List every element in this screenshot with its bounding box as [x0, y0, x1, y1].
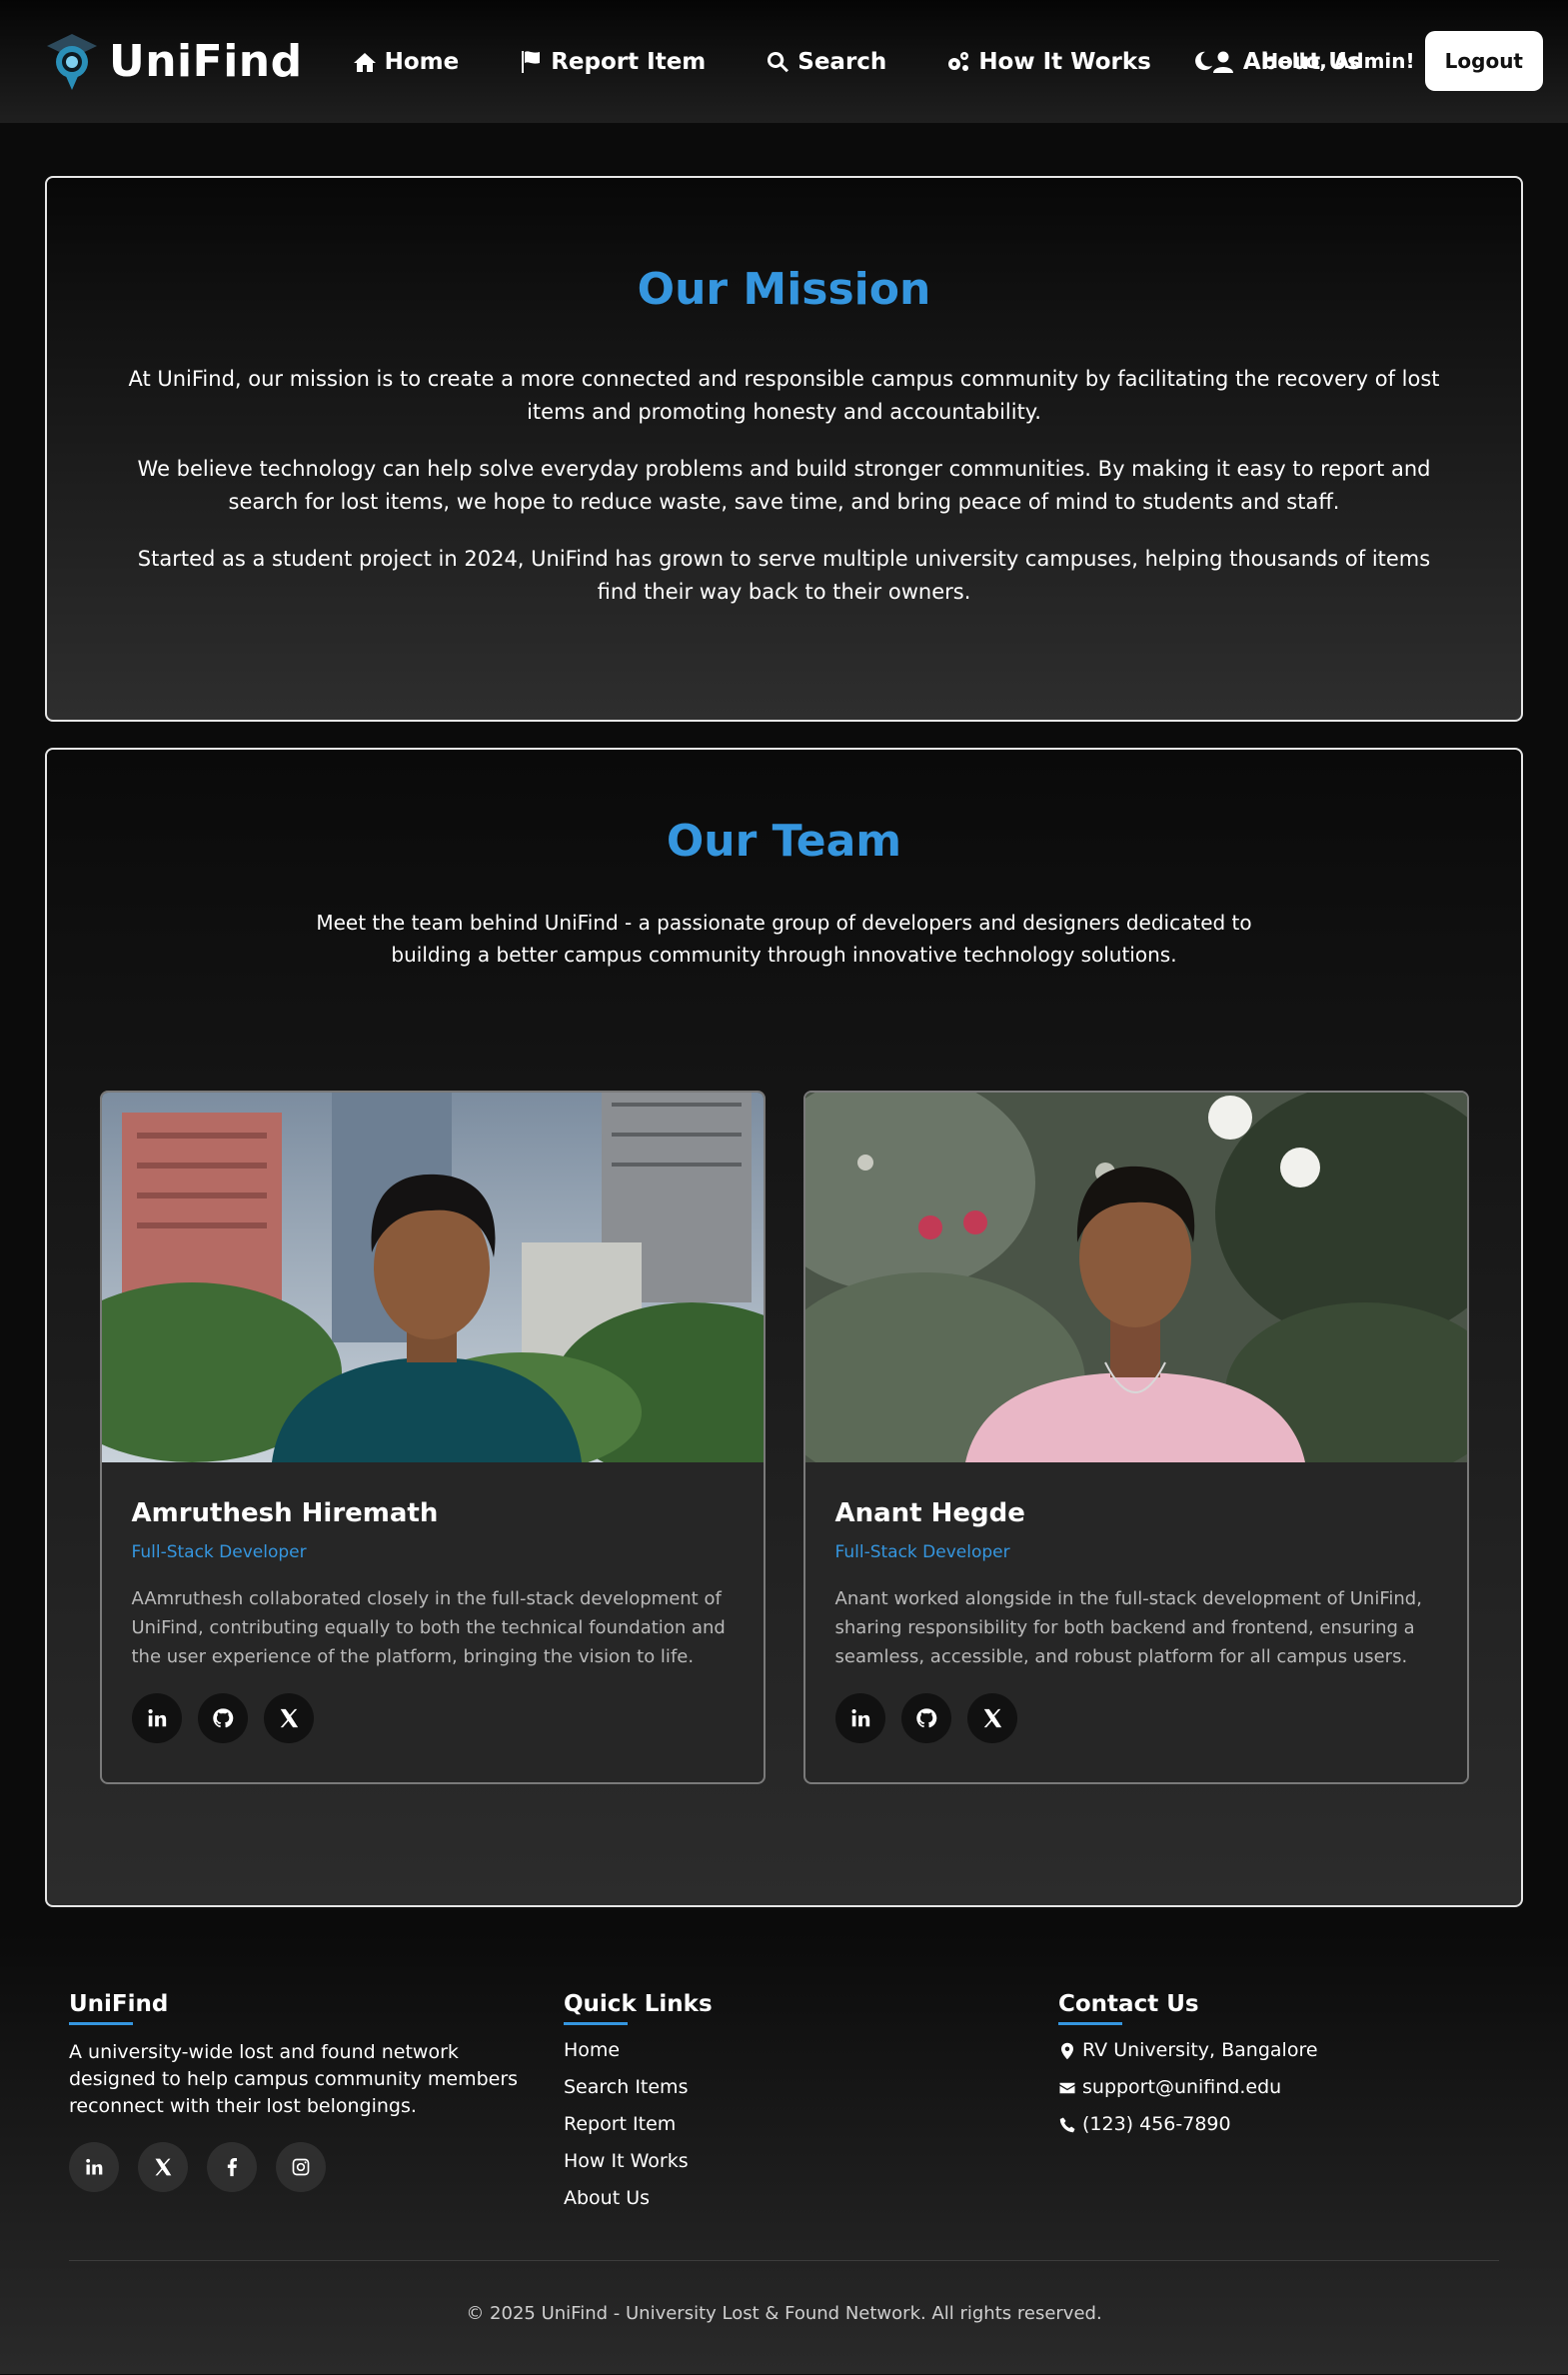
nav-right: Hello, Admin! Logout: [1183, 31, 1543, 91]
search-icon: [768, 51, 789, 72]
footer-columns: UniFind A university-wide lost and found…: [69, 1991, 1499, 2224]
footer-links-title: Quick Links: [564, 1991, 713, 2025]
linkedin-button[interactable]: [131, 1693, 182, 1743]
footer-description: A university-wide lost and found network…: [69, 2041, 519, 2117]
nav-link-home[interactable]: Home: [353, 48, 460, 75]
member-bio: Anant worked alongside in the full-stack…: [834, 1588, 1422, 1667]
map-pin-icon: [1061, 2042, 1073, 2059]
user-greeting: Hello, Admin!: [1261, 49, 1415, 73]
theme-toggle[interactable]: [1183, 41, 1223, 81]
brand-name: UniFind: [109, 36, 303, 87]
facebook-icon: [227, 2158, 237, 2177]
footer-quick-links: Quick Links Home Search Items Report Ite…: [564, 1991, 1058, 2224]
contact-phone: (123) 456-7890: [1058, 2113, 1318, 2136]
mission-section: Our Mission At UniFind, our mission is t…: [45, 176, 1523, 722]
x-button[interactable]: [966, 1693, 1017, 1743]
linkedin-icon: [147, 1709, 166, 1727]
team-member-card: Anant Hegde Full-Stack Developer Anant w…: [802, 1091, 1469, 1784]
footer-link-search-items[interactable]: Search Items: [564, 2076, 1058, 2099]
footer-links-list: Home Search Items Report Item How It Wor…: [564, 2039, 1058, 2210]
mission-paragraph: We believe technology can help solve eve…: [137, 457, 1431, 514]
footer-link-about-us[interactable]: About Us: [564, 2187, 1058, 2210]
linkedin-button[interactable]: [834, 1693, 885, 1743]
member-role: Full-Stack Developer: [834, 1542, 1010, 1562]
footer-about-title: UniFind: [69, 1991, 168, 2025]
member-role: Full-Stack Developer: [131, 1542, 307, 1562]
gears-icon: [948, 51, 969, 71]
nav-link-label: Report Item: [551, 48, 707, 75]
nav-link-search[interactable]: Search: [766, 49, 886, 75]
team-intro: Meet the team behind UniFind - a passion…: [316, 911, 1252, 967]
footer-contact: Contact Us RV University, Bangalore supp…: [1058, 1991, 1318, 2224]
footer-link-report-item[interactable]: Report Item: [564, 2113, 1058, 2136]
moon-icon: [1195, 51, 1213, 71]
github-button[interactable]: [197, 1693, 248, 1743]
team-section: Our Team Meet the team behind UniFind - …: [45, 748, 1523, 1907]
footer-instagram-button[interactable]: [276, 2142, 326, 2192]
member-name: Amruthesh Hiremath: [131, 1498, 439, 1528]
instagram-icon: [292, 2158, 310, 2176]
logout-button[interactable]: Logout: [1424, 31, 1543, 91]
footer: UniFind A university-wide lost and found…: [0, 1933, 1568, 2374]
contact-address: RV University, Bangalore: [1058, 2039, 1318, 2062]
team-member-card: Amruthesh Hiremath Full-Stack Developer …: [99, 1091, 766, 1784]
footer-socials: [69, 2142, 564, 2192]
phone-icon: [1059, 2117, 1075, 2132]
nav-link-label: How It Works: [978, 48, 1151, 75]
home-icon: [353, 52, 376, 72]
x-icon: [280, 1708, 298, 1728]
copyright: © 2025 UniFind - University Lost & Found…: [466, 2303, 1102, 2324]
flag-icon: [522, 50, 541, 73]
mission-paragraph: At UniFind, our mission is to create a m…: [128, 367, 1440, 424]
footer-facebook-button[interactable]: [207, 2142, 257, 2192]
mission-paragraph: Started as a student project in 2024, Un…: [137, 547, 1431, 604]
nav-link-report-item[interactable]: Report Item: [519, 49, 706, 75]
member-name: Anant Hegde: [834, 1498, 1025, 1528]
nav-link-label: Home: [384, 48, 460, 75]
team-cards: Amruthesh Hiremath Full-Stack Developer …: [47, 1091, 1521, 1784]
member-photo: [101, 1093, 764, 1462]
github-button[interactable]: [900, 1693, 951, 1743]
contact-email: support@unifind.edu: [1058, 2076, 1318, 2099]
member-socials: [131, 1693, 734, 1743]
footer-contact-title: Contact Us: [1058, 1991, 1199, 2025]
member-photo: [804, 1093, 1467, 1462]
mission-title: Our Mission: [637, 264, 931, 315]
contact-address-text: RV University, Bangalore: [1082, 2039, 1318, 2061]
linkedin-icon: [850, 1709, 869, 1727]
footer-linkedin-button[interactable]: [69, 2142, 119, 2192]
member-socials: [834, 1693, 1437, 1743]
member-body: Amruthesh Hiremath Full-Stack Developer …: [102, 1462, 764, 1743]
logo-icon: [47, 33, 97, 90]
linkedin-icon: [86, 2158, 103, 2175]
footer-link-home[interactable]: Home: [564, 2039, 1058, 2062]
footer-about: UniFind A university-wide lost and found…: [69, 1991, 564, 2224]
x-icon: [155, 2158, 172, 2176]
team-title: Our Team: [666, 816, 902, 867]
footer-x-button[interactable]: [138, 2142, 188, 2192]
member-bio: AAmruthesh collaborated closely in the f…: [131, 1588, 726, 1667]
contact-phone-text: (123) 456-7890: [1082, 2113, 1231, 2135]
contact-email-text: support@unifind.edu: [1082, 2076, 1282, 2098]
footer-link-how-it-works[interactable]: How It Works: [564, 2150, 1058, 2173]
envelope-icon: [1059, 2082, 1075, 2093]
github-icon: [212, 1708, 233, 1728]
nav-link-label: Search: [797, 48, 887, 75]
x-button[interactable]: [263, 1693, 314, 1743]
github-icon: [915, 1708, 936, 1728]
member-body: Anant Hegde Full-Stack Developer Anant w…: [805, 1462, 1467, 1743]
brand[interactable]: UniFind: [45, 32, 303, 92]
x-icon: [983, 1708, 1001, 1728]
navbar: UniFind Home Report Item Search How It W…: [0, 0, 1568, 123]
nav-link-how-it-works[interactable]: How It Works: [946, 49, 1151, 75]
